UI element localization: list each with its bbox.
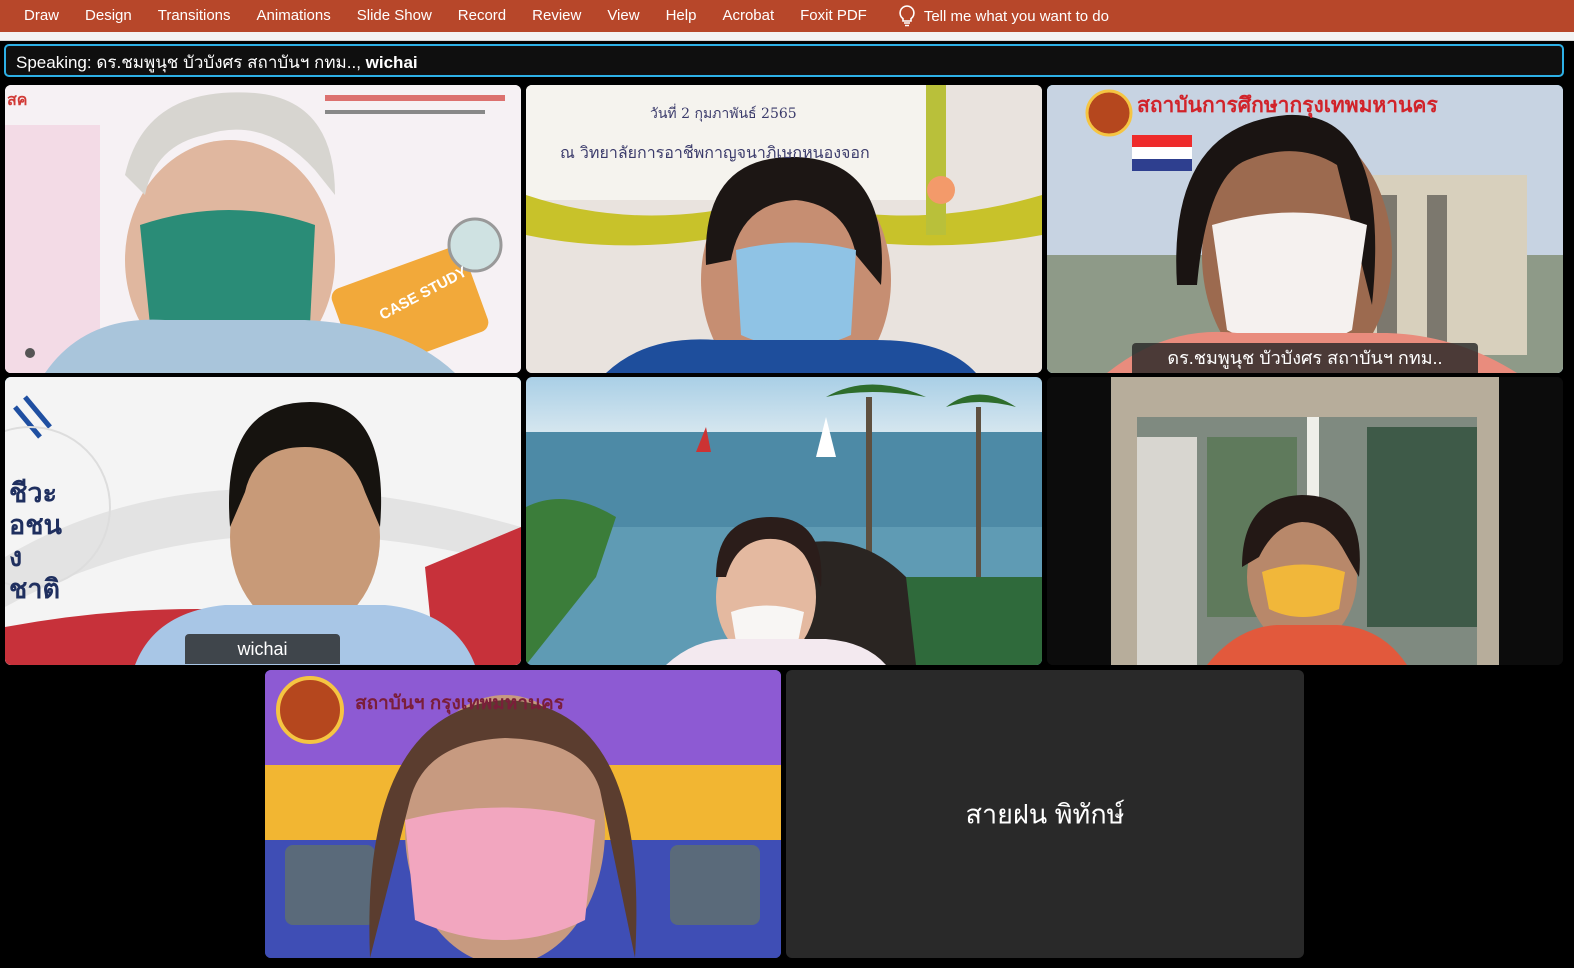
lightbulb-icon bbox=[898, 5, 916, 27]
ribbon-tab-animations[interactable]: Animations bbox=[244, 0, 344, 32]
ribbon-tab-draw[interactable]: Draw bbox=[0, 0, 72, 32]
banner-institute: สถาบันการศึกษากรุงเทพมหานคร bbox=[1137, 94, 1438, 117]
speaking-name-1: ดร.ชมพูนุช บัวบังศร สถาบันฯ กทม.. bbox=[96, 53, 357, 72]
video-tile-7[interactable]: สถาบันฯ กรุงเทพมหานคร bbox=[265, 670, 781, 958]
video-tile-2[interactable]: วันที่ 2 กุมภาพันธ์ 2565 ณ วิทยาลัยการอา… bbox=[526, 85, 1042, 373]
speaking-name-2: wichai bbox=[365, 53, 418, 72]
participant-name-label: ดร.ชมพูนุช บัวบังศร สถาบันฯ กทม.. bbox=[1132, 343, 1478, 373]
video-tile-1[interactable]: สค CASE STUDY bbox=[5, 85, 521, 373]
banner-institute: สถาบันฯ กรุงเทพมหานคร bbox=[355, 693, 564, 714]
participant-video bbox=[526, 377, 1042, 665]
ribbon-tab-acrobat[interactable]: Acrobat bbox=[709, 0, 787, 32]
slide-side-text: ชีวะ อชน งชาติ bbox=[9, 478, 62, 604]
ribbon-tab-review[interactable]: Review bbox=[519, 0, 594, 32]
video-tile-3[interactable]: สถาบันการศึกษากรุงเทพมหานคร ดร.ชมพูนุช บ… bbox=[1047, 85, 1563, 373]
ribbon-subbar bbox=[0, 32, 1574, 41]
ribbon-tab-design[interactable]: Design bbox=[72, 0, 145, 32]
video-tile-5[interactable] bbox=[526, 377, 1042, 665]
tell-me-text: Tell me what you want to do bbox=[923, 7, 1109, 25]
banner-date: วันที่ 2 กุมภาพันธ์ 2565 bbox=[650, 106, 797, 122]
participant-name-label: wichai bbox=[185, 634, 340, 664]
powerpoint-ribbon: Draw Design Transitions Animations Slide Sho… bbox=[0, 0, 1574, 32]
participant-name: สายฝน พิทักษ์ bbox=[965, 799, 1125, 830]
ribbon-tabs: Draw Design Transitions Animations Slide Sho… bbox=[0, 0, 880, 32]
participant-video bbox=[1047, 85, 1563, 373]
participant-video bbox=[5, 377, 521, 665]
ribbon-tab-help[interactable]: Help bbox=[653, 0, 710, 32]
ribbon-tab-transitions[interactable]: Transitions bbox=[145, 0, 244, 32]
speaking-prefix: Speaking: bbox=[16, 53, 97, 72]
video-tile-4[interactable]: ชีวะ อชน งชาติ wichai bbox=[5, 377, 521, 665]
participant-video bbox=[1047, 377, 1563, 665]
video-tile-8[interactable]: สายฝน พิทักษ์ bbox=[786, 670, 1304, 958]
speaking-indicator: Speaking: ดร.ชมพูนุช บัวบังศร สถาบันฯ กท… bbox=[4, 44, 1564, 77]
participant-video bbox=[526, 85, 1042, 373]
speaking-sep: , bbox=[356, 53, 366, 72]
ribbon-tab-slide-show[interactable]: Slide Show bbox=[344, 0, 445, 32]
tell-me-box[interactable]: Tell me what you want to do bbox=[898, 5, 1109, 27]
ribbon-tab-record[interactable]: Record bbox=[445, 0, 519, 32]
ribbon-tab-foxit-pdf[interactable]: Foxit PDF bbox=[787, 0, 880, 32]
participant-video bbox=[5, 85, 521, 373]
slide-badge: สค bbox=[7, 92, 28, 109]
video-tile-6[interactable] bbox=[1047, 377, 1563, 665]
banner-venue: ณ วิทยาลัยการอาชีพกาญจนาภิเษกหนองจอก bbox=[560, 143, 870, 162]
ribbon-tab-view[interactable]: View bbox=[594, 0, 652, 32]
